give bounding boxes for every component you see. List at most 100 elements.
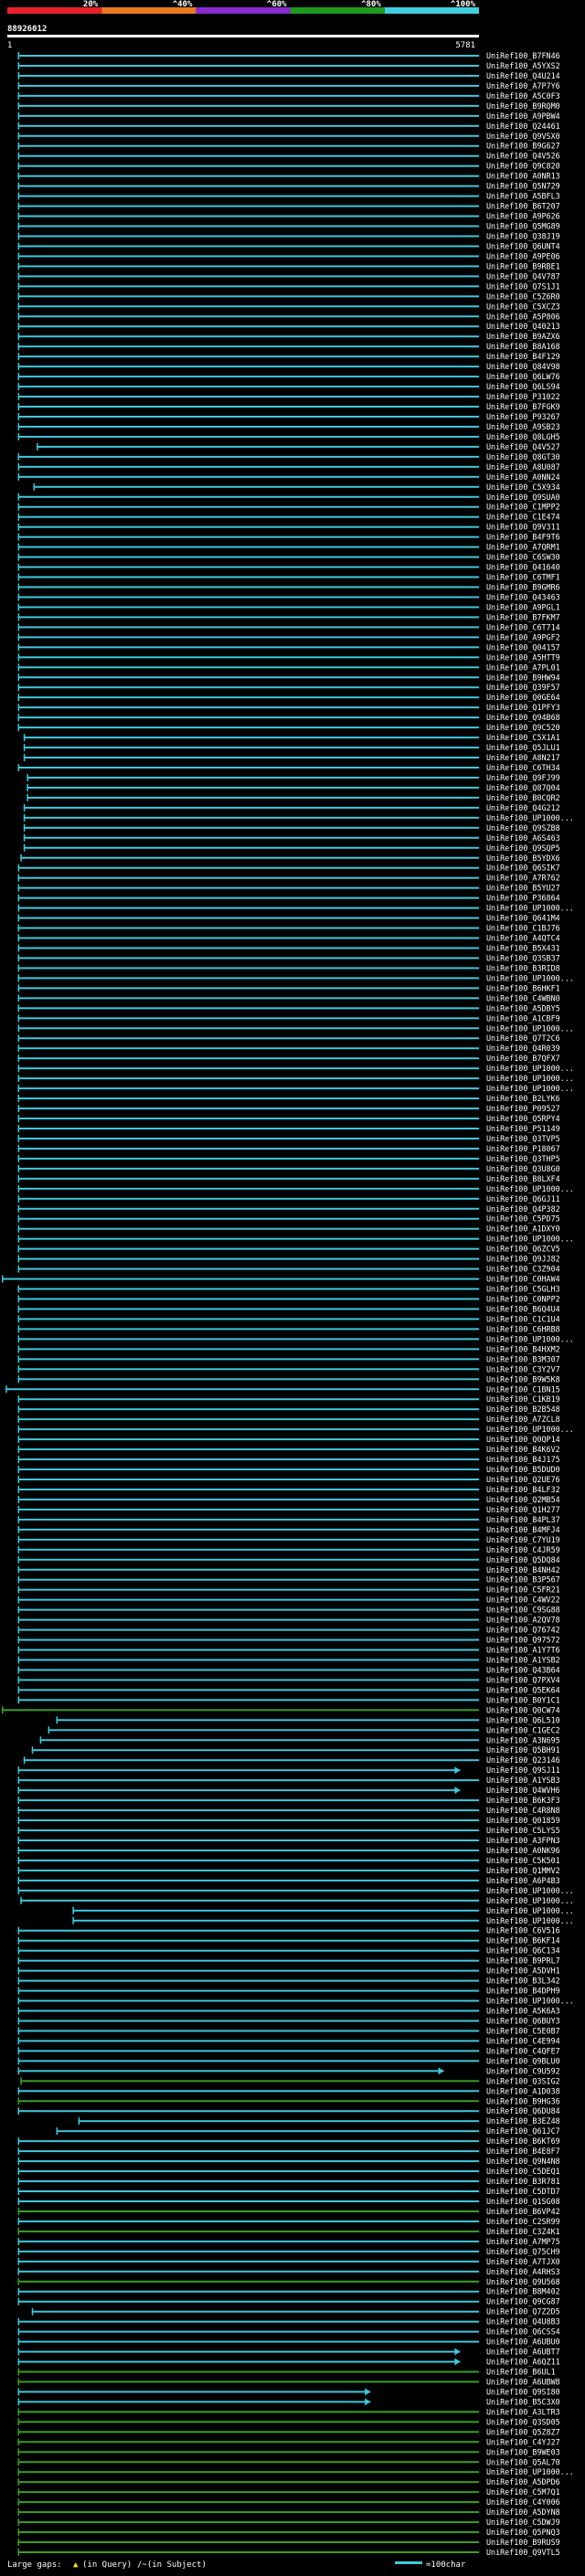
row-label[interactable]: UniRef100_Q9SQP5 — [486, 843, 560, 853]
row-label[interactable]: UniRef100_C9U592 — [486, 2066, 560, 2075]
row-label[interactable]: UniRef100_Q43463 — [486, 592, 560, 601]
row-label[interactable]: UniRef100_A9SB23 — [486, 422, 560, 431]
row-label[interactable]: UniRef100_B4NH42 — [486, 1565, 560, 1574]
row-label[interactable]: UniRef100_Q8LGH5 — [486, 432, 560, 441]
row-label[interactable]: UniRef100_Q9JJ82 — [486, 1255, 560, 1264]
row-label[interactable]: UniRef100_A9PGL1 — [486, 602, 560, 611]
row-label[interactable]: UniRef100_Q4U214 — [486, 71, 560, 80]
row-label[interactable]: UniRef100_Q6L510 — [486, 1715, 560, 1724]
row-label[interactable]: UniRef100_Q43B64 — [486, 1665, 560, 1674]
row-label[interactable]: UniRef100_Q3U8G0 — [486, 1164, 560, 1173]
row-label[interactable]: UniRef100_UP1000... — [486, 1023, 574, 1033]
row-label[interactable]: UniRef100_B5X431 — [486, 943, 560, 952]
row-label[interactable]: UniRef100_Q9SJ11 — [486, 1765, 560, 1775]
row-label[interactable]: UniRef100_B4MFJ4 — [486, 1525, 560, 1534]
row-label[interactable]: UniRef100_Q7Z2D5 — [486, 2307, 560, 2316]
row-label[interactable]: UniRef100_B8LXF4 — [486, 1174, 560, 1183]
row-label[interactable]: UniRef100_C5DTD7 — [486, 2187, 560, 2196]
row-label[interactable]: UniRef100_Q7S1J1 — [486, 281, 560, 291]
row-label[interactable]: UniRef100_Q1MMV2 — [486, 1866, 560, 1875]
row-label[interactable]: UniRef100_UP1000... — [486, 813, 574, 822]
row-label[interactable]: UniRef100_Q6LW76 — [486, 372, 560, 381]
row-label[interactable]: UniRef100_Q24461 — [486, 122, 560, 131]
row-label[interactable]: UniRef100_A1YSB3 — [486, 1776, 560, 1785]
row-label[interactable]: UniRef100_B4DPH9 — [486, 1987, 560, 1996]
row-label[interactable]: UniRef100_B9WE03 — [486, 2447, 560, 2456]
row-label[interactable]: UniRef100_A9P626 — [486, 212, 560, 221]
row-label[interactable]: UniRef100_UP1000... — [486, 1997, 574, 2006]
row-label[interactable]: UniRef100_C5X934 — [486, 482, 560, 492]
row-label[interactable]: UniRef100_Q5N729 — [486, 182, 560, 191]
row-label[interactable]: UniRef100_B4F9T6 — [486, 533, 560, 542]
row-label[interactable]: UniRef100_Q1SG08 — [486, 2197, 560, 2206]
row-label[interactable]: UniRef100_UP1000... — [486, 1906, 574, 1915]
row-label[interactable]: UniRef100_B6T207 — [486, 202, 560, 211]
row-label[interactable]: UniRef100_B9GMR6 — [486, 583, 560, 592]
row-label[interactable]: UniRef100_B3P567 — [486, 1575, 560, 1585]
row-label[interactable]: UniRef100_Q0GE64 — [486, 693, 560, 702]
row-label[interactable]: UniRef100_B4PL37 — [486, 1515, 560, 1524]
row-label[interactable]: UniRef100_C5X1A1 — [486, 733, 560, 742]
row-label[interactable]: UniRef100_Q9SZB8 — [486, 823, 560, 832]
row-label[interactable]: UniRef100_B4F129 — [486, 352, 560, 361]
row-label[interactable]: UniRef100_Q5AL70 — [486, 2457, 560, 2466]
row-label[interactable]: UniRef100_C1E474 — [486, 513, 560, 522]
row-label[interactable]: UniRef100_C9SG88 — [486, 1606, 560, 1615]
row-label[interactable]: UniRef100_C5XCZ3 — [486, 302, 560, 311]
row-label[interactable]: UniRef100_A2QV78 — [486, 1616, 560, 1625]
row-label[interactable]: UniRef100_C4QFE7 — [486, 2046, 560, 2055]
row-label[interactable]: UniRef100_B0CQR2 — [486, 793, 560, 802]
row-label[interactable]: UniRef100_Q2UE76 — [486, 1475, 560, 1484]
row-label[interactable]: UniRef100_A9PGF2 — [486, 632, 560, 641]
row-label[interactable]: UniRef100_C3Y2V7 — [486, 1364, 560, 1373]
row-label[interactable]: UniRef100_B9HG36 — [486, 2096, 560, 2105]
row-label[interactable]: UniRef100_A1D038 — [486, 2086, 560, 2095]
row-label[interactable]: UniRef100_C0HAW4 — [486, 1275, 560, 1284]
row-label[interactable]: UniRef100_C5Z6R0 — [486, 292, 560, 301]
row-label[interactable]: UniRef100_C4Y006 — [486, 2497, 560, 2507]
row-label[interactable]: UniRef100_Q1PFY3 — [486, 703, 560, 712]
row-label[interactable]: UniRef100_A6P4B3 — [486, 1876, 560, 1885]
row-label[interactable]: UniRef100_Q04157 — [486, 642, 560, 652]
row-label[interactable]: UniRef100_UP1000... — [486, 1235, 574, 1244]
row-label[interactable]: UniRef100_C4R8N8 — [486, 1806, 560, 1815]
row-label[interactable]: UniRef100_A5DBY5 — [486, 1003, 560, 1012]
row-label[interactable]: UniRef100_B4E8F7 — [486, 2147, 560, 2156]
row-label[interactable]: UniRef100_Q9CG87 — [486, 2297, 560, 2306]
row-label[interactable]: UniRef100_Q5Z8Z7 — [486, 2427, 560, 2436]
row-label[interactable]: UniRef100_UP1000... — [486, 2467, 574, 2476]
row-label[interactable]: UniRef100_A5DPD6 — [486, 2477, 560, 2486]
row-label[interactable]: UniRef100_C6TMF1 — [486, 573, 560, 582]
row-label[interactable]: UniRef100_Q0CW74 — [486, 1705, 560, 1714]
row-label[interactable]: UniRef100_Q9SUA0 — [486, 493, 560, 502]
row-label[interactable]: UniRef100_B3R781 — [486, 2177, 560, 2186]
row-label[interactable]: UniRef100_A7QRM1 — [486, 543, 560, 552]
row-label[interactable]: UniRef100_Q6C134 — [486, 1946, 560, 1956]
row-label[interactable]: UniRef100_Q4U8B3 — [486, 2317, 560, 2327]
row-label[interactable]: UniRef100_A1Y7T6 — [486, 1646, 560, 1655]
row-label[interactable]: UniRef100_A3LTR3 — [486, 2407, 560, 2416]
row-label[interactable]: UniRef100_A6UBW8 — [486, 2377, 560, 2386]
row-label[interactable]: UniRef100_Q6UNT4 — [486, 241, 560, 250]
row-label[interactable]: UniRef100_Q5EK64 — [486, 1685, 560, 1694]
row-label[interactable]: UniRef100_B9RUS9 — [486, 2538, 560, 2547]
row-label[interactable]: UniRef100_A6UBT7 — [486, 2348, 560, 2357]
row-label[interactable]: UniRef100_UP1000... — [486, 1074, 574, 1083]
row-label[interactable]: UniRef100_A7TJX0 — [486, 2257, 560, 2266]
row-label[interactable]: UniRef100_B7FKM7 — [486, 612, 560, 621]
row-label[interactable]: UniRef100_Q3SD05 — [486, 2417, 560, 2426]
row-label[interactable]: UniRef100_Q2MB54 — [486, 1495, 560, 1504]
row-label[interactable]: UniRef100_P18067 — [486, 1144, 560, 1153]
row-label[interactable]: UniRef100_B2B548 — [486, 1405, 560, 1414]
row-label[interactable]: UniRef100_P51149 — [486, 1124, 560, 1133]
row-label[interactable]: UniRef100_Q84V98 — [486, 362, 560, 371]
row-label[interactable]: UniRef100_A5DYN8 — [486, 2507, 560, 2517]
row-label[interactable]: UniRef100_Q6DU84 — [486, 2106, 560, 2115]
row-label[interactable]: UniRef100_C7YU19 — [486, 1535, 560, 1544]
row-label[interactable]: UniRef100_Q40213 — [486, 322, 560, 331]
row-label[interactable]: UniRef100_A6QZ11 — [486, 2358, 560, 2367]
row-label[interactable]: UniRef100_Q8GT30 — [486, 452, 560, 461]
row-label[interactable]: UniRef100_C4WV22 — [486, 1595, 560, 1605]
row-label[interactable]: UniRef100_Q4G212 — [486, 803, 560, 812]
row-label[interactable]: UniRef100_Q9BLU0 — [486, 2056, 560, 2065]
